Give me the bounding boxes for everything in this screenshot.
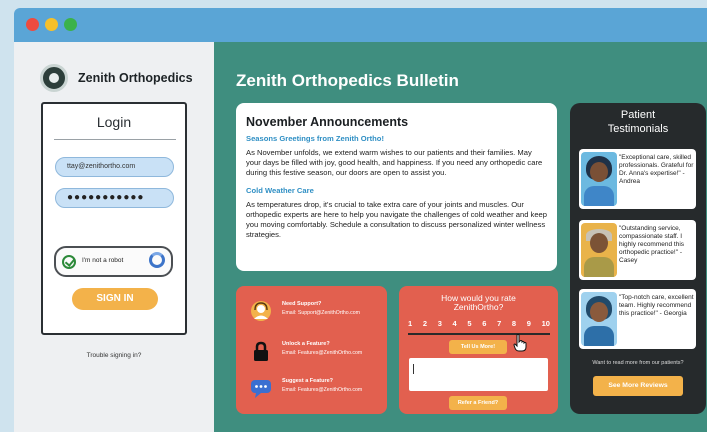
rating-question: How would you rate ZenithOrtho? bbox=[399, 294, 558, 312]
testimonial-card: "Exceptional care, skilled professionals… bbox=[579, 149, 696, 209]
support-title: Need Support? bbox=[282, 301, 322, 307]
lock-icon bbox=[250, 340, 272, 362]
password-field[interactable]: ●●●●●●●●●●● bbox=[55, 188, 174, 208]
brand-name: Zenith Orthopedics bbox=[78, 71, 193, 85]
sign-in-button[interactable]: SIGN IN bbox=[72, 288, 158, 310]
support-item[interactable]: Suggest a Feature? Email: Features@Zenit… bbox=[250, 377, 362, 399]
testimonials-title: Patient Testimonials bbox=[570, 108, 706, 136]
support-title: Suggest a Feature? bbox=[282, 378, 334, 384]
avatar-body bbox=[584, 257, 614, 277]
rating-option[interactable]: 8 bbox=[512, 319, 516, 328]
see-more-reviews-button[interactable]: See More Reviews bbox=[593, 376, 683, 396]
support-text: Unlock a Feature? Email: Features@Zenith… bbox=[282, 340, 362, 358]
support-email[interactable]: Email: Features@ZenithOrtho.com bbox=[282, 350, 362, 356]
testimonial-card: "Top-notch care, excellent team. Highly … bbox=[579, 289, 696, 349]
rating-option[interactable]: 2 bbox=[423, 319, 427, 328]
patient-avatar bbox=[581, 292, 617, 346]
announcements-card: November Announcements Seasons Greetings… bbox=[236, 103, 557, 271]
support-text: Need Support? Email: Support@ZenithOrtho… bbox=[282, 300, 360, 318]
brand: Zenith Orthopedics bbox=[40, 64, 193, 92]
main-content: Zenith Orthopedics Bulletin November Ann… bbox=[214, 42, 707, 432]
rating-option[interactable]: 1 bbox=[408, 319, 412, 328]
hand-pointer-icon bbox=[513, 334, 527, 352]
sidebar: Zenith Orthopedics Login ttay@zenithorth… bbox=[14, 42, 214, 432]
rating-card: How would you rate ZenithOrtho? 1 2 3 4 … bbox=[399, 286, 558, 414]
headset-icon bbox=[250, 300, 272, 322]
title-bar bbox=[14, 8, 707, 42]
rating-option[interactable]: 3 bbox=[438, 319, 442, 328]
rating-option[interactable]: 10 bbox=[542, 319, 550, 328]
chat-icon bbox=[250, 377, 272, 399]
avatar-face bbox=[590, 162, 608, 182]
tell-us-more-button[interactable]: Tell Us More! bbox=[449, 340, 507, 354]
support-card: Need Support? Email: Support@ZenithOrtho… bbox=[236, 286, 387, 414]
login-divider bbox=[54, 139, 176, 140]
rating-option[interactable]: 7 bbox=[497, 319, 501, 328]
trouble-signing-in-link[interactable]: Trouble signing in? bbox=[14, 352, 214, 359]
support-email[interactable]: Email: Features@ZenithOrtho.com bbox=[282, 387, 362, 393]
testimonial-quote: "Outstanding service, compassionate staf… bbox=[619, 225, 685, 264]
patient-avatar bbox=[581, 152, 617, 206]
email-field[interactable]: ttay@zenithortho.com bbox=[55, 157, 174, 177]
testimonial-quote: "Top-notch care, excellent team. Highly … bbox=[619, 294, 694, 317]
testimonials-footer: Want to read more from our patients? bbox=[592, 360, 684, 366]
rating-option[interactable]: 6 bbox=[482, 319, 486, 328]
announcement-subtitle[interactable]: Seasons Greetings from Zenith Ortho! bbox=[246, 134, 547, 143]
testimonials-panel: Patient Testimonials "Exceptional care, … bbox=[570, 103, 706, 414]
rating-option[interactable]: 4 bbox=[453, 319, 457, 328]
feedback-textarea[interactable] bbox=[409, 358, 548, 391]
testimonials-title-text: Patient Testimonials bbox=[607, 109, 669, 135]
rating-question-text: How would you rate ZenithOrtho? bbox=[441, 293, 516, 312]
maximize-window-button[interactable] bbox=[64, 18, 77, 31]
avatar-face bbox=[590, 302, 608, 322]
minimize-window-button[interactable] bbox=[45, 18, 58, 31]
testimonial-quote: "Exceptional care, skilled professionals… bbox=[619, 154, 694, 185]
captcha-label: I'm not a robot bbox=[82, 257, 124, 264]
avatar-face bbox=[590, 233, 608, 253]
login-card: Login ttay@zenithortho.com ●●●●●●●●●●● I… bbox=[41, 102, 187, 335]
rating-slider-track[interactable] bbox=[408, 333, 550, 335]
avatar-body bbox=[584, 186, 614, 206]
support-email[interactable]: Email: Support@ZenithOrtho.com bbox=[282, 310, 360, 316]
support-title: Unlock a Feature? bbox=[282, 341, 330, 347]
support-item[interactable]: Unlock a Feature? Email: Features@Zenith… bbox=[250, 340, 362, 362]
support-item[interactable]: Need Support? Email: Support@ZenithOrtho… bbox=[250, 300, 360, 322]
captcha-checkmark-icon[interactable] bbox=[62, 255, 76, 269]
support-text: Suggest a Feature? Email: Features@Zenit… bbox=[282, 377, 362, 395]
announcement-subtitle[interactable]: Cold Weather Care bbox=[246, 186, 547, 195]
refer-a-friend-button[interactable]: Refer a Friend? bbox=[449, 396, 507, 410]
testimonial-card: "Outstanding service, compassionate staf… bbox=[579, 220, 696, 280]
page-title: Zenith Orthopedics Bulletin bbox=[236, 71, 459, 90]
close-window-button[interactable] bbox=[26, 18, 39, 31]
announcements-heading: November Announcements bbox=[246, 115, 409, 129]
captcha-widget[interactable]: I'm not a robot bbox=[54, 246, 173, 277]
login-title: Login bbox=[96, 114, 132, 130]
rating-option[interactable]: 9 bbox=[527, 319, 531, 328]
announcement-text: As temperatures drop, it's crucial to ta… bbox=[246, 200, 547, 239]
app-window: Zenith Orthopedics Login ttay@zenithorth… bbox=[14, 8, 707, 432]
text-caret bbox=[413, 364, 414, 374]
rating-scale: 1 2 3 4 5 6 7 8 9 10 bbox=[408, 319, 550, 328]
recaptcha-icon bbox=[149, 252, 165, 268]
avatar-body bbox=[584, 326, 614, 346]
announcement-text: As November unfolds, we extend warm wish… bbox=[246, 148, 543, 177]
patient-avatar bbox=[581, 223, 617, 277]
brand-logo-icon bbox=[40, 64, 68, 92]
rating-option[interactable]: 5 bbox=[467, 319, 471, 328]
